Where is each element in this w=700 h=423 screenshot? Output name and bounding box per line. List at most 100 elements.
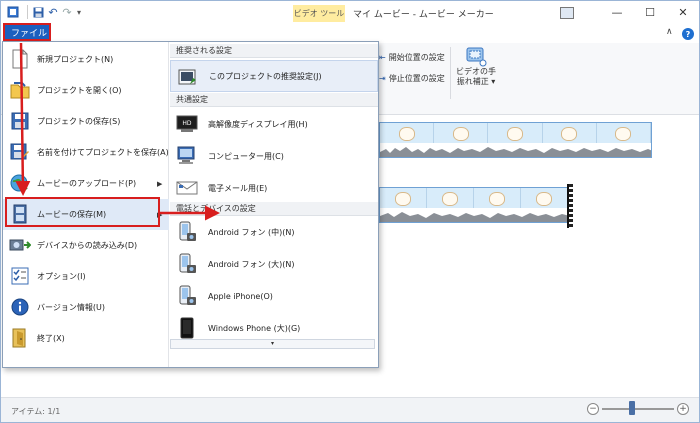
menu-item-label: バージョン情報(U) bbox=[37, 303, 105, 312]
windows-phone-icon bbox=[176, 317, 198, 339]
submenu-item-hd-display[interactable]: HD 高解像度ディスプレイ用(H) bbox=[170, 108, 378, 140]
menu-item-label: 名前を付けてプロジェクトを保存(A) bbox=[37, 148, 169, 157]
highlight-box-save-movie bbox=[5, 197, 160, 227]
recommended-settings-icon bbox=[177, 66, 199, 88]
menu-item-save-project-as[interactable]: 名前を付けてプロジェクトを保存(A) bbox=[3, 137, 169, 168]
stabilization-icon bbox=[466, 47, 487, 67]
save-quick-icon[interactable] bbox=[32, 5, 44, 19]
audio-waveform bbox=[380, 143, 651, 157]
video-clip-2[interactable] bbox=[379, 187, 569, 223]
video-tools-context-label: ビデオ ツール bbox=[293, 5, 345, 22]
submenu-item-android-medium[interactable]: Android フォン (中)(N) bbox=[170, 216, 378, 248]
submenu-item-label: Android フォン (大)(N) bbox=[208, 259, 295, 269]
section-header-common: 共通設定 bbox=[170, 93, 378, 107]
section-header-recommended: 推奨される設定 bbox=[170, 44, 378, 58]
section-header-devices: 電話とデバイスの設定 bbox=[170, 202, 378, 216]
qat-customize-icon[interactable]: ▾ bbox=[75, 5, 83, 19]
email-envelope-icon bbox=[176, 177, 198, 199]
globe-upload-icon bbox=[9, 172, 31, 194]
title-bar: ↶ ↷ ▾ ビデオ ツール マイ ムービー - ムービー メーカー — ☐ ✕ bbox=[1, 1, 699, 25]
submenu-scroll-down-button[interactable]: ▾ bbox=[170, 339, 375, 349]
open-folder-icon bbox=[9, 79, 31, 101]
menu-item-label: プロジェクトの保存(S) bbox=[37, 117, 121, 126]
redo-icon[interactable]: ↷ bbox=[61, 5, 73, 19]
options-checklist-icon bbox=[9, 265, 31, 287]
thumbnail-size-icon[interactable] bbox=[560, 7, 574, 19]
new-document-icon bbox=[9, 48, 31, 70]
set-end-icon: ⇥ bbox=[379, 74, 386, 83]
menu-item-options[interactable]: オプション(I) bbox=[3, 261, 169, 292]
import-device-icon bbox=[9, 234, 31, 256]
exit-door-icon bbox=[9, 327, 31, 349]
app-window: ↶ ↷ ▾ ビデオ ツール マイ ムービー - ムービー メーカー — ☐ ✕ … bbox=[0, 0, 700, 423]
menu-item-about[interactable]: バージョン情報(U) bbox=[3, 292, 169, 323]
iphone-icon bbox=[176, 285, 198, 307]
submenu-item-android-large[interactable]: Android フォン (大)(N) bbox=[170, 248, 378, 280]
clip-thumbnail bbox=[427, 188, 474, 210]
item-count: アイテム: 1/1 bbox=[11, 407, 61, 416]
window-title: マイ ムービー - ムービー メーカー bbox=[353, 10, 494, 20]
submenu-item-label: 高解像度ディスプレイ用(H) bbox=[208, 119, 308, 129]
help-icon[interactable]: ? bbox=[682, 28, 694, 40]
submenu-item-recommended-settings[interactable]: このプロジェクトの推奨設定(J) bbox=[170, 60, 378, 92]
submenu-item-apple-iphone[interactable]: Apple iPhone(O) bbox=[170, 280, 378, 312]
submenu-item-label: このプロジェクトの推奨設定(J) bbox=[209, 71, 322, 81]
menu-item-save-project[interactable]: プロジェクトの保存(S) bbox=[3, 106, 169, 137]
qat-divider bbox=[27, 5, 28, 19]
video-clip-1[interactable] bbox=[379, 122, 652, 158]
save-movie-submenu: 推奨される設定 このプロジェクトの推奨設定(J) 共通設定 HD 高解像度ディス… bbox=[170, 42, 378, 367]
menu-item-label: 終了(X) bbox=[37, 334, 65, 343]
set-start-point-button[interactable]: ⇤ 開始位置の設定 bbox=[379, 52, 445, 63]
submenu-item-label: Windows Phone (大)(G) bbox=[208, 323, 301, 333]
hd-display-icon: HD bbox=[176, 113, 198, 135]
menu-item-label: ムービーのアップロード(P) bbox=[37, 179, 137, 188]
menu-item-exit[interactable]: 終了(X) bbox=[3, 323, 169, 354]
submenu-item-label: 電子メール用(E) bbox=[208, 183, 268, 193]
zoom-slider-thumb[interactable] bbox=[629, 401, 635, 415]
undo-icon[interactable]: ↶ bbox=[47, 5, 59, 19]
clip-thumbnail bbox=[596, 123, 651, 145]
zoom-in-button[interactable]: + bbox=[677, 403, 689, 415]
set-end-point-button[interactable]: ⇥ 停止位置の設定 bbox=[379, 73, 445, 84]
clip-thumbnail bbox=[474, 188, 521, 210]
computer-monitor-icon bbox=[176, 145, 198, 167]
zoom-slider-track[interactable] bbox=[602, 408, 674, 410]
menu-item-label: プロジェクトを開く(O) bbox=[37, 86, 122, 95]
submenu-item-computer[interactable]: コンピューター用(C) bbox=[170, 140, 378, 172]
playback-indicator[interactable] bbox=[567, 184, 573, 228]
collapse-ribbon-icon[interactable]: ∧ bbox=[666, 27, 673, 37]
menu-item-label: デバイスからの読み込み(D) bbox=[37, 241, 138, 250]
audio-waveform bbox=[380, 208, 568, 222]
ribbon-separator bbox=[450, 47, 451, 99]
menu-item-label: オプション(I) bbox=[37, 272, 86, 281]
submenu-item-label: Apple iPhone(O) bbox=[208, 291, 273, 301]
file-menu: 新規プロジェクト(N) プロジェクトを開く(O) プロジェクトの保存(S) 名前… bbox=[2, 41, 379, 368]
file-menu-button[interactable]: ファイル bbox=[3, 23, 51, 41]
close-button[interactable]: ✕ bbox=[671, 3, 695, 21]
info-icon bbox=[9, 296, 31, 318]
submenu-item-label: コンピューター用(C) bbox=[208, 151, 284, 161]
submenu-arrow-icon: ▶ bbox=[157, 179, 163, 188]
video-stabilization-button[interactable]: ビデオの手 振れ補正 ▾ bbox=[456, 45, 496, 97]
menu-item-new-project[interactable]: 新規プロジェクト(N) bbox=[3, 44, 169, 75]
set-start-label: 開始位置の設定 bbox=[388, 53, 445, 62]
maximize-button[interactable]: ☐ bbox=[638, 3, 662, 21]
clip-thumbnail bbox=[521, 188, 568, 210]
minimize-button[interactable]: — bbox=[605, 3, 629, 21]
android-phone-icon bbox=[176, 221, 198, 243]
save-disk-icon bbox=[9, 110, 31, 132]
submenu-item-email[interactable]: 電子メール用(E) bbox=[170, 172, 378, 204]
zoom-out-button[interactable]: − bbox=[587, 403, 599, 415]
svg-text:HD: HD bbox=[182, 120, 192, 127]
menu-item-import-from-device[interactable]: デバイスからの読み込み(D) bbox=[3, 230, 169, 261]
movie-maker-app-icon bbox=[7, 6, 19, 18]
app-icon[interactable] bbox=[7, 5, 19, 19]
clip-thumbnail bbox=[488, 123, 543, 145]
set-start-icon: ⇤ bbox=[379, 53, 386, 62]
menu-item-open-project[interactable]: プロジェクトを開く(O) bbox=[3, 75, 169, 106]
menu-item-upload-movie[interactable]: ムービーのアップロード(P) ▶ bbox=[3, 168, 169, 199]
set-end-label: 停止位置の設定 bbox=[388, 74, 445, 83]
clip-thumbnail bbox=[542, 123, 597, 145]
menu-item-label: 新規プロジェクト(N) bbox=[37, 55, 114, 64]
clip-thumbnail bbox=[434, 123, 489, 145]
